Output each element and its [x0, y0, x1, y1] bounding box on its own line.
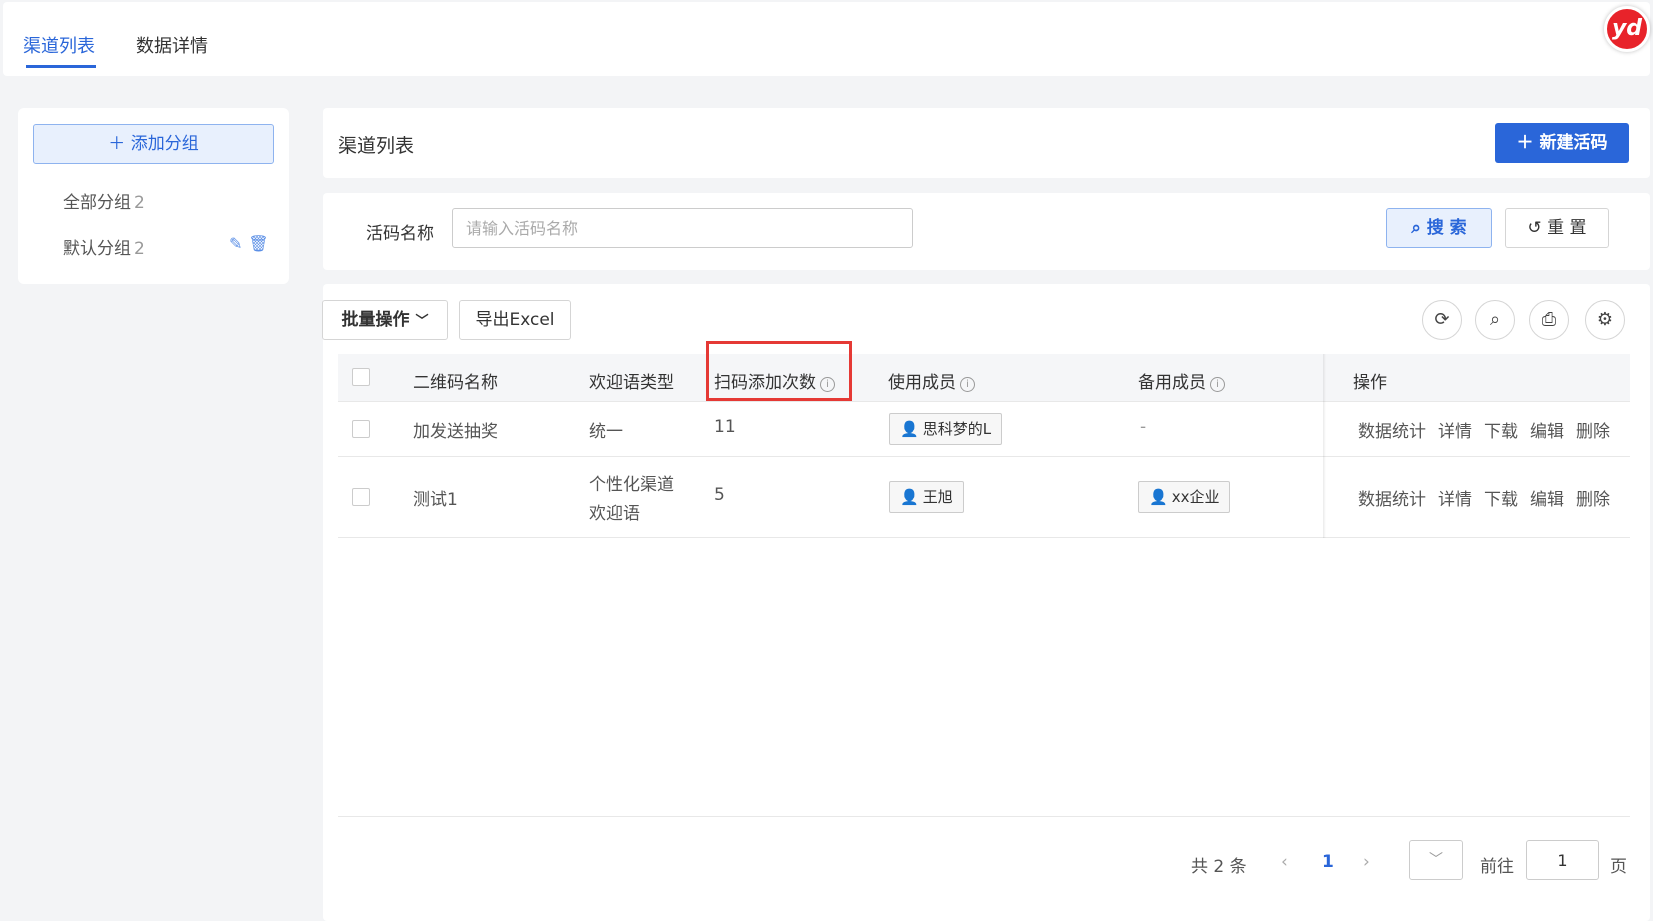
col-actions: 操作: [1353, 373, 1387, 393]
pagination-total: 共 2 条: [1191, 857, 1247, 877]
footer-divider: [338, 816, 1630, 817]
delete-link[interactable]: 删除: [1576, 490, 1610, 510]
table-header: 二维码名称 欢迎语类型 扫码添加次数 i 使用成员 i 备用成员 i 操作: [338, 354, 1630, 402]
stats-link[interactable]: 数据统计: [1358, 490, 1426, 510]
delete-link[interactable]: 删除: [1576, 422, 1610, 442]
info-icon[interactable]: i: [960, 377, 975, 392]
next-page-icon[interactable]: ›: [1363, 852, 1370, 872]
highlight-annotation-box: [706, 341, 852, 401]
reset-button-label: 重 置: [1547, 218, 1587, 238]
member-name: 王旭: [922, 488, 953, 506]
col-backup-member: 备用成员 i: [1138, 368, 1225, 393]
backup-member-tag: 👤 xx企业: [1138, 481, 1231, 513]
page-title: 渠道列表: [338, 135, 415, 157]
pagination-current-page[interactable]: 1: [1322, 852, 1334, 872]
member-tag: 👤 思科梦的L: [889, 413, 1003, 445]
detail-link[interactable]: 详情: [1438, 422, 1472, 442]
top-nav-bar: 渠道列表 数据详情: [3, 2, 1650, 76]
code-name-input[interactable]: [452, 208, 913, 248]
group-actions: ✎ 🗑: [223, 234, 269, 253]
qr-name-cell: 加发送抽奖: [413, 422, 498, 442]
row-actions: 数据统计 详情 下载 编辑 删除: [1358, 417, 1622, 442]
trash-icon[interactable]: 🗑: [248, 234, 268, 253]
add-group-label: 添加分组: [130, 134, 199, 154]
goto-page-input[interactable]: [1526, 840, 1599, 880]
chevron-down-icon: ﹀: [415, 314, 429, 329]
download-link[interactable]: 下载: [1484, 422, 1518, 442]
print-icon[interactable]: ⎙: [1529, 300, 1569, 340]
table-row: 加发送抽奖 统一 11 👤 思科梦的L - 数据统计 详情 下载 编辑 删除: [338, 402, 1630, 457]
scan-count-cell: 11: [714, 417, 736, 437]
qr-name-cell: 测试1: [413, 490, 458, 510]
group-name: 默认分组: [63, 239, 131, 259]
group-sidebar: ＋ 添加分组 全部分组 2 默认分组 2 ✎ 🗑: [18, 108, 289, 284]
prev-page-icon[interactable]: ‹: [1281, 852, 1288, 872]
row-actions: 数据统计 详情 下载 编辑 删除: [1358, 485, 1622, 510]
goto-label: 前往: [1480, 857, 1514, 877]
new-code-label: 新建活码: [1539, 133, 1608, 153]
col-member-label: 使用成员: [888, 373, 956, 393]
member-tag: 👤 王旭: [889, 481, 964, 513]
tab-channel-list[interactable]: 渠道列表: [23, 32, 95, 58]
code-name-label: 活码名称: [366, 224, 434, 244]
batch-operations-dropdown[interactable]: 批量操作 ﹀: [322, 300, 448, 340]
group-name: 全部分组: [63, 193, 131, 213]
edit-icon[interactable]: ✎: [229, 234, 242, 253]
search-icon[interactable]: ⌕: [1475, 300, 1515, 340]
detail-link[interactable]: 详情: [1438, 490, 1472, 510]
export-excel-button[interactable]: 导出Excel: [459, 300, 571, 340]
search-button-label: 搜 索: [1426, 218, 1467, 238]
edit-link[interactable]: 编辑: [1530, 422, 1564, 442]
col-backup-label: 备用成员: [1138, 373, 1206, 393]
user-icon: 👤: [900, 420, 919, 438]
add-group-button[interactable]: ＋ 添加分组: [33, 124, 274, 164]
search-icon: ⌕: [1411, 218, 1421, 238]
table-row: 测试1 个性化渠道 欢迎语 5 👤 王旭 👤 xx企业 数据统计 详情 下载 编辑 删除: [338, 457, 1630, 538]
member-name: 思科梦的L: [922, 420, 992, 438]
reset-button[interactable]: ↺ 重 置: [1505, 208, 1609, 248]
col-qr-name: 二维码名称: [413, 373, 498, 393]
plus-icon: ＋: [1516, 133, 1534, 153]
page-unit-label: 页: [1610, 857, 1627, 877]
select-all-checkbox[interactable]: [352, 368, 370, 386]
plus-icon: ＋: [108, 134, 126, 154]
group-item-all[interactable]: 全部分组 2: [63, 188, 145, 213]
download-link[interactable]: 下载: [1484, 490, 1518, 510]
app-logo[interactable]: yd: [1604, 6, 1650, 52]
info-icon[interactable]: i: [1210, 377, 1225, 392]
welcome-type-line1: 个性化渠道: [589, 475, 674, 495]
active-tab-indicator: [26, 65, 96, 68]
tab-data-details[interactable]: 数据详情: [136, 32, 208, 58]
settings-gear-icon[interactable]: ⚙: [1585, 300, 1625, 340]
row-checkbox[interactable]: [352, 420, 370, 438]
col-member: 使用成员 i: [888, 368, 975, 393]
group-item-default[interactable]: 默认分组 2: [63, 234, 145, 259]
page-size-select[interactable]: ﹀: [1409, 840, 1463, 880]
backup-member-cell: -: [1140, 417, 1147, 437]
user-icon: 👤: [1149, 488, 1168, 506]
batch-label: 批量操作: [341, 310, 410, 330]
row-checkbox[interactable]: [352, 488, 370, 506]
chevron-down-icon: ﹀: [1429, 852, 1443, 868]
backup-member-name: xx企业: [1171, 488, 1220, 506]
group-count: 2: [134, 239, 145, 259]
new-code-button[interactable]: ＋ 新建活码: [1495, 123, 1629, 163]
page-header-card: 渠道列表 ＋ 新建活码: [323, 108, 1650, 178]
search-card: 活码名称 ⌕ 搜 索 ↺ 重 置: [323, 193, 1650, 270]
welcome-type-cell: 统一: [589, 422, 623, 442]
fixed-column-shadow: [1323, 354, 1326, 538]
scan-count-cell: 5: [714, 485, 725, 505]
reset-icon: ↺: [1527, 218, 1542, 238]
user-icon: 👤: [900, 488, 919, 506]
welcome-type-line2: 欢迎语: [589, 504, 640, 524]
group-count: 2: [134, 193, 145, 213]
edit-link[interactable]: 编辑: [1530, 490, 1564, 510]
refresh-icon[interactable]: ⟳: [1422, 300, 1462, 340]
table-card: 批量操作 ﹀ 导出Excel ⟳ ⌕ ⎙ ⚙ 二维码名称 欢迎语类型 扫码添加次…: [322, 284, 1650, 921]
stats-link[interactable]: 数据统计: [1358, 422, 1426, 442]
col-welcome-type: 欢迎语类型: [589, 373, 674, 393]
search-button[interactable]: ⌕ 搜 索: [1386, 208, 1492, 248]
